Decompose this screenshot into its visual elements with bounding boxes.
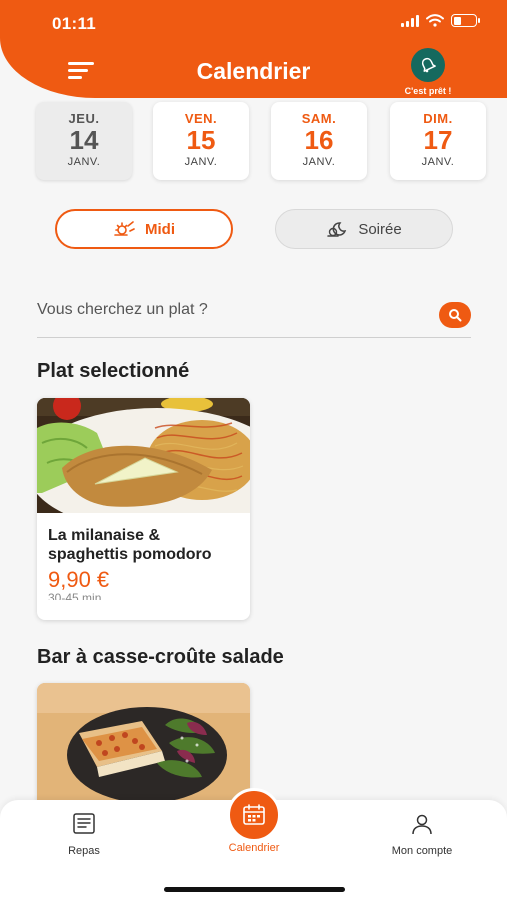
tab-repas[interactable]: Repas (29, 812, 139, 857)
meal-tabs: Midi Soirée (55, 209, 455, 249)
notification-button[interactable]: C'est prêt ! (388, 48, 468, 96)
dish-prep-time: 30-45 min (48, 591, 102, 600)
wifi-icon (426, 14, 444, 27)
battery-icon (451, 14, 480, 27)
day-friday-15[interactable]: VEN. 15 JANV. (153, 102, 249, 180)
dish-name: La milanaise & spaghettis pomodoro (48, 527, 212, 563)
sun-icon (114, 221, 135, 236)
search-button[interactable] (439, 302, 471, 328)
search-bar (37, 290, 471, 338)
status-icons (401, 14, 480, 27)
app-header: 01:11 Calendrier C'est prêt ! (0, 0, 507, 98)
dish-card[interactable] (37, 683, 250, 813)
day-thursday-14[interactable]: JEU. 14 JANV. (36, 102, 132, 180)
day-saturday-16[interactable]: SAM. 16 JANV. (271, 102, 367, 180)
search-input[interactable] (37, 296, 427, 324)
tab-calendrier[interactable]: Calendrier (222, 788, 286, 854)
tab-soiree[interactable]: Soirée (275, 209, 453, 249)
dish-image (37, 398, 250, 532)
tab-calendrier-label: Calendrier (228, 842, 280, 854)
section-title-snack-bar: Bar à casse-croûte salade (37, 646, 284, 668)
tab-midi-label: Midi (145, 220, 175, 238)
signal-icon (401, 14, 419, 27)
search-icon (449, 309, 462, 322)
dish-price: 9,90 € (48, 567, 110, 592)
calendar-icon (227, 788, 281, 842)
tab-repas-label: Repas (68, 845, 100, 857)
tab-midi[interactable]: Midi (55, 209, 233, 249)
tab-mon-compte[interactable]: Mon compte (367, 812, 477, 857)
bottom-tab-bar: Repas Calendrier Mon compte (0, 788, 507, 900)
day-sunday-17[interactable]: DIM. 17 JANV. (390, 102, 486, 180)
home-indicator (164, 887, 345, 892)
bell-icon (411, 48, 445, 82)
notification-label: C'est prêt ! (404, 86, 452, 96)
day-selector: JEU. 14 JANV. VEN. 15 JANV. SAM. 16 JANV… (36, 102, 496, 182)
user-icon (412, 814, 432, 835)
moon-icon (327, 222, 347, 237)
tab-soiree-label: Soirée (358, 220, 402, 238)
dish-image (37, 683, 250, 813)
dish-card[interactable]: La milanaise & spaghettis pomodoro 9,90 … (37, 398, 250, 620)
section-title-selected: Plat selectionné (37, 360, 190, 382)
tab-mon-compte-label: Mon compte (391, 845, 453, 857)
status-time: 01:11 (52, 14, 97, 33)
receipt-icon (73, 813, 95, 834)
